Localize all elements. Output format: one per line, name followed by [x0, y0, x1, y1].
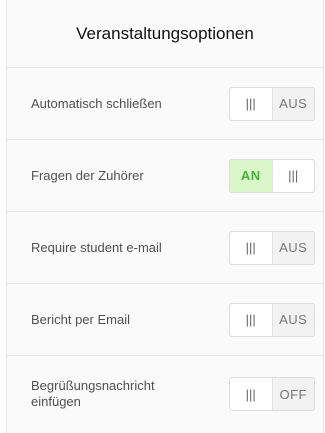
event-options-panel: Veranstaltungsoptionen Automatisch schli…: [6, 0, 324, 433]
toggle-state-label[interactable]: AUS: [271, 231, 314, 264]
toggle-state-label[interactable]: AN: [230, 159, 272, 192]
toggle-grip[interactable]: |||: [230, 378, 272, 410]
option-label: Automatisch schließen: [31, 95, 162, 111]
option-label: Bericht per Email: [31, 311, 130, 327]
audience-questions-toggle[interactable]: AN |||: [229, 158, 315, 193]
option-label: Begrüßungsnachricht einfügen: [31, 378, 155, 409]
option-label: Require student e-mail: [31, 239, 162, 255]
require-email-toggle[interactable]: ||| AUS: [229, 230, 315, 265]
option-row-report-email: Bericht per Email ||| AUS: [7, 284, 323, 356]
event-options-screen: Veranstaltungsoptionen Automatisch schli…: [0, 0, 325, 433]
grip-handle-icon: |||: [245, 386, 256, 402]
grip-handle-icon: |||: [288, 168, 299, 183]
option-row-require-email: Require student e-mail ||| AUS: [7, 212, 323, 284]
auto-close-toggle[interactable]: ||| AUS: [229, 86, 315, 121]
welcome-message-toggle[interactable]: ||| OFF: [229, 377, 315, 411]
grip-handle-icon: |||: [245, 312, 256, 327]
toggle-grip[interactable]: |||: [230, 88, 272, 120]
option-row-welcome-message: Begrüßungsnachricht einfügen ||| OFF: [7, 356, 323, 432]
report-email-toggle[interactable]: ||| AUS: [229, 302, 315, 337]
option-label: Fragen der Zuhörer: [31, 167, 144, 183]
toggle-state-label[interactable]: AUS: [271, 87, 314, 120]
panel-title: Veranstaltungsoptionen: [7, 0, 323, 68]
toggle-state-label[interactable]: AUS: [271, 303, 314, 336]
option-row-audience-questions: Fragen der Zuhörer AN |||: [7, 140, 323, 212]
grip-handle-icon: |||: [245, 96, 256, 111]
toggle-grip[interactable]: |||: [271, 159, 315, 192]
toggle-state-label[interactable]: OFF: [271, 378, 314, 410]
toggle-grip[interactable]: |||: [230, 304, 272, 336]
option-row-auto-close: Automatisch schließen ||| AUS: [7, 68, 323, 140]
options-list: Automatisch schließen ||| AUS Fragen der…: [7, 68, 323, 432]
toggle-grip[interactable]: |||: [230, 232, 272, 264]
grip-handle-icon: |||: [245, 240, 256, 255]
